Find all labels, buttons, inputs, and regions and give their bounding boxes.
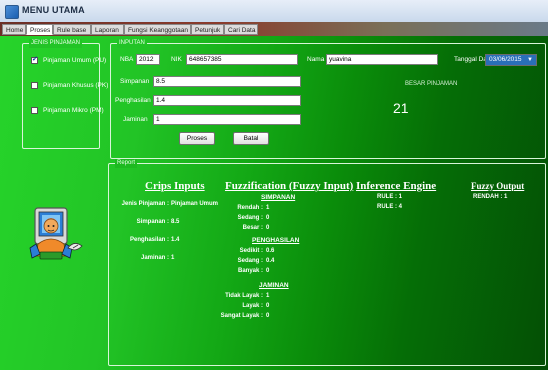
inference-engine-title: Inference Engine bbox=[356, 180, 437, 192]
chevron-down-icon[interactable]: ▼ bbox=[527, 55, 533, 65]
besar-pinjaman-value: 21 bbox=[393, 100, 409, 116]
tanggal-data-picker[interactable]: 03/06/2015 ▼ bbox=[485, 54, 537, 66]
main-window: MENU UTAMA Home Proses Rule base Laporan… bbox=[0, 0, 548, 370]
jaminan-sangat-layak-value: 0 bbox=[266, 313, 270, 319]
tab-proses[interactable]: Proses bbox=[26, 24, 53, 35]
inference-rule-2: RULE : 4 bbox=[377, 204, 403, 210]
inputan-legend: INPUTAN bbox=[117, 39, 147, 48]
jenis-pinjaman-legend: JENIS PINJAMAN bbox=[29, 39, 83, 48]
title-bar: MENU UTAMA bbox=[0, 0, 548, 22]
jaminan-input[interactable]: 1 bbox=[153, 114, 301, 125]
proses-button[interactable]: Proses bbox=[179, 132, 215, 145]
jenis-pinjaman-group: JENIS PINJAMAN Pinjaman Umum (PU) Pinjam… bbox=[22, 39, 108, 149]
penghasilan-sedikit-label: Sedikit : bbox=[239, 248, 263, 254]
nik-label: NIK bbox=[171, 56, 182, 63]
simpanan-sedang-label: Sedang : bbox=[237, 215, 263, 221]
report-legend: Report bbox=[115, 159, 138, 168]
jaminan-tidak-layak-value: 1 bbox=[266, 293, 270, 299]
checkbox-pinjaman-mikro[interactable]: Pinjaman Mikro (PM) bbox=[31, 107, 104, 114]
fuzzy-output-title: Fuzzy Output bbox=[471, 181, 525, 191]
simpanan-label: Simpanan bbox=[120, 78, 150, 85]
checkbox-checked-icon[interactable] bbox=[31, 55, 38, 64]
crips-penghasilan-label: Penghasilan : bbox=[129, 237, 169, 243]
jaminan-sangat-layak-label: Sangat Layak : bbox=[220, 313, 263, 319]
crips-simpanan-label: Simpanan : bbox=[136, 219, 169, 225]
inference-rule-1: RULE : 1 bbox=[377, 194, 403, 200]
simpanan-input[interactable]: 8.5 bbox=[153, 76, 301, 87]
fuzzy-output-value: RENDAH : 1 bbox=[473, 194, 508, 200]
proses-panel: JENIS PINJAMAN Pinjaman Umum (PU) Pinjam… bbox=[0, 36, 548, 370]
jaminan-label: Jaminan bbox=[123, 116, 148, 123]
crips-inputs-title: Crips Inputs bbox=[145, 180, 205, 192]
checkbox-label: Pinjaman Mikro (PM) bbox=[43, 107, 104, 115]
tab-laporan[interactable]: Laporan bbox=[91, 24, 124, 35]
nik-input[interactable]: 648657385 bbox=[186, 54, 298, 65]
crips-penghasilan-value: 1.4 bbox=[171, 237, 180, 243]
checkbox-label: Pinjaman Khusus (PK) bbox=[43, 82, 109, 90]
person-laptop-illustration bbox=[29, 207, 83, 260]
app-icon bbox=[5, 5, 19, 19]
crips-jenis-value: Pinjaman Umum bbox=[171, 201, 219, 207]
tab-cari-data[interactable]: Cari Data bbox=[224, 24, 258, 35]
tab-strip: Home Proses Rule base Laporan Fungsi Kea… bbox=[0, 22, 548, 36]
simpanan-rendah-value: 1 bbox=[266, 205, 270, 211]
inputan-group: INPUTAN NBA 2012 NIK 648657385 Nama yuav… bbox=[110, 39, 546, 159]
crips-jenis-label: Jenis Pinjaman : bbox=[121, 201, 169, 207]
window-title: MENU UTAMA bbox=[22, 5, 85, 15]
simpanan-rendah-label: Rendah : bbox=[237, 205, 263, 211]
checkbox-pinjaman-khusus[interactable]: Pinjaman Khusus (PK) bbox=[31, 82, 108, 89]
simpanan-subtitle: SIMPANAN bbox=[261, 194, 296, 201]
simpanan-besar-value: 0 bbox=[266, 225, 270, 231]
tanggal-data-value: 03/06/2015 bbox=[489, 56, 522, 63]
penghasilan-sedang-value: 0.4 bbox=[266, 258, 275, 264]
tab-fungsi-keanggotaan[interactable]: Fungsi Keanggotaan bbox=[124, 24, 191, 35]
besar-pinjaman-label: BESAR PINJAMAN bbox=[405, 81, 458, 87]
crips-simpanan-value: 8.5 bbox=[171, 219, 180, 225]
penghasilan-sedikit-value: 0.6 bbox=[266, 248, 275, 254]
fuzzification-title: Fuzzification (Fuzzy Input) bbox=[225, 180, 354, 192]
nama-label: Nama bbox=[307, 56, 325, 63]
penghasilan-banyak-value: 0 bbox=[266, 268, 270, 274]
tab-home[interactable]: Home bbox=[2, 24, 26, 35]
penghasilan-sedang-label: Sedang : bbox=[237, 258, 263, 264]
penghasilan-input[interactable]: 1.4 bbox=[153, 95, 301, 106]
penghasilan-subtitle: PENGHASILAN bbox=[252, 237, 300, 244]
checkbox-icon[interactable] bbox=[31, 82, 38, 89]
penghasilan-banyak-label: Banyak : bbox=[237, 268, 263, 274]
crips-jaminan-label: Jaminan : bbox=[140, 255, 169, 261]
nba-label: NBA bbox=[120, 56, 134, 63]
jaminan-layak-label: Layak : bbox=[242, 303, 263, 309]
checkbox-pinjaman-umum[interactable]: Pinjaman Umum (PU) bbox=[31, 55, 107, 65]
checkbox-label: Pinjaman Umum (PU) bbox=[43, 57, 107, 65]
jaminan-subtitle: JAMINAN bbox=[259, 282, 289, 289]
simpanan-sedang-value: 0 bbox=[266, 215, 270, 221]
jaminan-tidak-layak-label: Tidak Layak : bbox=[225, 293, 263, 299]
report-group: Report Crips Inputs Jenis Pinjaman : Pin… bbox=[108, 159, 546, 366]
nba-input[interactable]: 2012 bbox=[136, 54, 160, 65]
crips-jaminan-value: 1 bbox=[171, 255, 175, 261]
tab-rule-base[interactable]: Rule base bbox=[53, 24, 91, 35]
simpanan-besar-label: Besar : bbox=[242, 225, 263, 231]
checkbox-icon[interactable] bbox=[31, 107, 38, 114]
jaminan-layak-value: 0 bbox=[266, 303, 270, 309]
penghasilan-label: Penghasilan bbox=[115, 97, 151, 104]
nama-input[interactable]: yuavina bbox=[326, 54, 438, 65]
tab-petunjuk[interactable]: Petunjuk bbox=[191, 24, 224, 35]
batal-button[interactable]: Batal bbox=[233, 132, 269, 145]
